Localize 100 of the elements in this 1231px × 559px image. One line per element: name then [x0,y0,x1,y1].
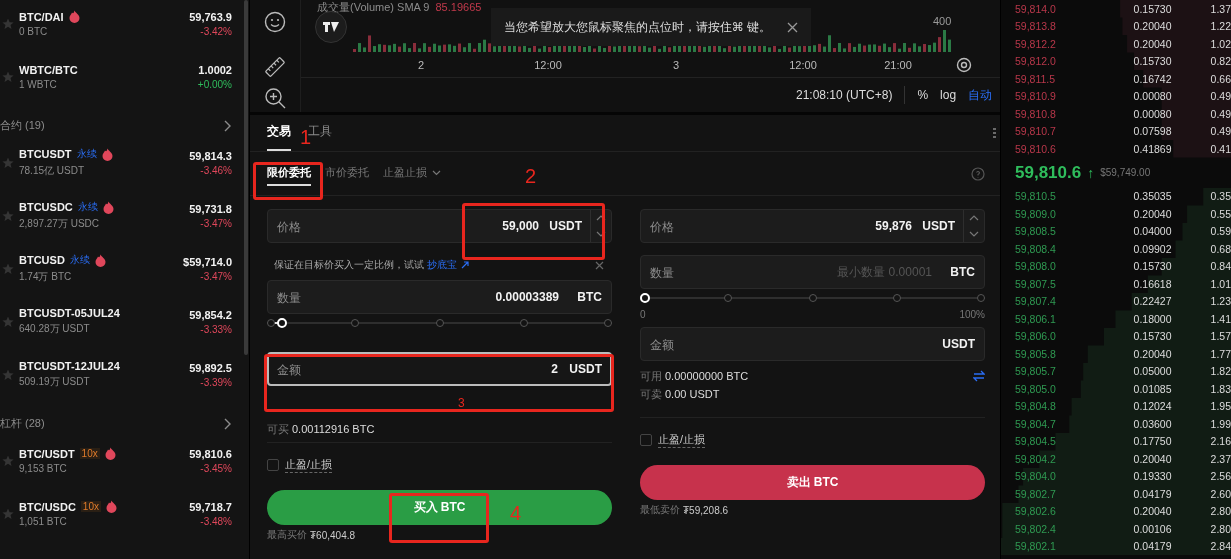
star-icon[interactable] [2,368,14,381]
volume-value: 85.19665 [435,1,482,13]
caret-down-icon[interactable] [432,169,441,176]
drag-handle-icon[interactable] [992,127,997,139]
balance-value: 0.00 USDT [665,388,720,400]
order-total: 1.95 [1210,400,1231,413]
unit-label: USDT [942,337,975,351]
price-text: 59,763.9 [189,10,232,23]
help-icon[interactable] [971,166,985,181]
order-amount: 0.15730 [1132,260,1172,273]
slider-step-dot [977,294,985,302]
star-icon[interactable] [2,262,14,275]
order-price: 59,811.5 [1015,72,1057,85]
section-title[interactable]: 杠杆 (28) [0,416,45,431]
volume-text: 78.15亿 USDT [19,164,86,178]
axis-label: 400 [933,15,952,27]
order-price: 59,802.1 [1015,540,1057,553]
star-icon[interactable] [2,454,14,467]
pair-name[interactable]: BTC/USDC [19,500,76,513]
change-text: -3.47% [200,217,232,229]
slider-step-dot [519,319,528,327]
market-tag: 10x [79,448,100,459]
change-text: -3.48% [200,515,232,527]
checkbox[interactable] [267,459,279,471]
external-link-icon[interactable] [460,261,469,269]
order-price: 59,808.0 [1015,260,1057,273]
checkbox-label[interactable]: 止盈/止损 [285,457,333,473]
scrollbar[interactable] [244,0,248,355]
scale-option[interactable]: log [940,88,957,102]
order-amount: 0.16742 [1132,72,1172,85]
order-amount: 0.00080 [1132,107,1172,120]
settings-icon[interactable] [956,57,972,73]
chevron-down-icon[interactable] [969,231,979,237]
star-icon[interactable] [2,507,14,520]
star-icon[interactable] [2,156,14,169]
star-icon[interactable] [2,70,14,83]
swap-icon[interactable] [973,370,985,382]
price-limit-value: ₮59,208.6 [683,504,729,516]
ruler-icon[interactable] [264,56,286,78]
order-amount: 0.20040 [1132,207,1172,220]
order-price: 59,810.8 [1015,107,1057,120]
market-tag: 永续 [76,147,97,161]
order-amount: 0.22427 [1132,295,1172,308]
pair-name[interactable]: BTC/DAI [19,10,64,23]
scale-option[interactable]: 自动 [968,86,993,104]
close-icon[interactable] [787,21,799,33]
order-total: 2.80 [1210,505,1231,518]
field-label: 数量 [277,290,301,307]
order-price: 59,810.7 [1015,125,1057,138]
order-amount: 0.41869 [1132,142,1172,155]
pair-name[interactable]: BTCUSDT [19,148,72,160]
order-price: 59,813.8 [1015,20,1057,33]
star-icon[interactable] [2,17,14,30]
order-amount: 0.04179 [1132,540,1172,553]
chevron-right-icon[interactable] [222,417,232,430]
axis-label: 21:00 [884,59,912,71]
price-limit-value: ₮60,404.8 [310,529,356,541]
order-price: 59,804.7 [1015,417,1057,430]
scale-option[interactable]: % [917,88,929,102]
order-total: 0.82 [1210,55,1231,68]
close-icon[interactable] [595,260,604,270]
pair-name[interactable]: BTCUSD [19,254,65,266]
tab[interactable]: 交易 [267,123,291,151]
sell-button[interactable]: 卖出 BTC [640,465,985,500]
order-type-tab[interactable]: 限价委托 [267,161,311,186]
order-amount: 0.07598 [1132,125,1172,138]
field-label: 价格 [277,219,301,236]
star-icon[interactable] [2,209,14,222]
pair-name[interactable]: BTCUSDC [19,201,73,213]
clock-text: 21:08:10 (UTC+8) [796,88,893,102]
star-icon[interactable] [2,315,14,328]
pair-name[interactable]: BTCUSDT-05JUL24 [19,307,120,319]
order-type-tab[interactable]: 市价委托 [325,161,369,186]
order-type-tab[interactable]: 止盈止损 [383,161,441,186]
field-label: 价格 [650,219,674,236]
order-amount: 0.05000 [1132,365,1172,378]
chevron-right-icon[interactable] [222,119,232,132]
slider-label: 100% [959,309,985,320]
order-total: 2.84 [1210,540,1231,553]
section-title[interactable]: 合约 (19) [0,118,45,133]
pair-name[interactable]: WBTC/BTC [19,63,78,76]
zoom-in-icon[interactable] [264,87,286,109]
order-amount: 0.04179 [1132,487,1172,500]
promo-link[interactable]: 抄底宝 [426,259,457,270]
order-total: 1.01 [1210,277,1231,290]
chevron-up-icon[interactable] [969,215,979,221]
order-total: 0.49 [1210,90,1231,103]
checkbox-label[interactable]: 止盈/止损 [658,432,706,448]
market-tag: 永续 [69,253,90,267]
price-text: 59,814.3 [189,149,232,162]
volume-text: 9,153 BTC [19,463,68,474]
slider-thumb[interactable] [640,293,650,303]
price-text: 59,718.7 [189,500,232,513]
order-amount: 0.20040 [1132,347,1172,360]
smiley-icon[interactable] [264,11,286,33]
pair-name[interactable]: BTCUSDT-12JUL24 [19,360,120,372]
price-limit-label: 最低卖价 [640,503,680,517]
slider-thumb[interactable] [277,318,288,328]
pair-name[interactable]: BTC/USDT [19,447,75,460]
checkbox[interactable] [640,434,652,446]
